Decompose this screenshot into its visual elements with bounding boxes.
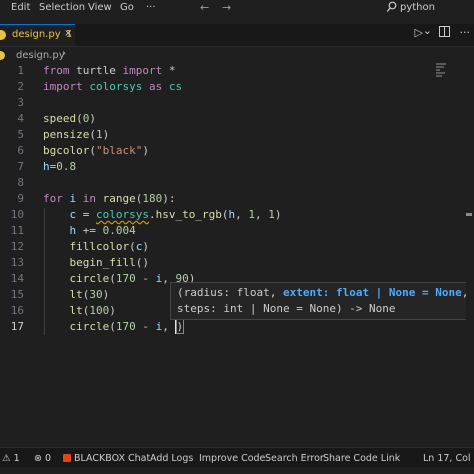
- code-line: 8: [0, 175, 474, 191]
- line-number: 9: [17, 192, 24, 205]
- code-line-active: 17 circle(170 - i, ): [0, 319, 474, 335]
- search-error-button[interactable]: Search Error: [265, 453, 324, 464]
- line-number: 12: [10, 240, 24, 253]
- cursor-position[interactable]: Ln 17, Col: [423, 453, 471, 464]
- tab-filename: design.py: [12, 29, 61, 40]
- improve-code-button[interactable]: Improve Code: [199, 453, 265, 464]
- menu-go[interactable]: Go: [120, 2, 134, 13]
- minimap[interactable]: [436, 63, 448, 83]
- status-bar: ⚠ 1 ⊗ 0 BLACKBOX Chat Add Logs Improve C…: [0, 447, 474, 468]
- run-menu-chevron-icon[interactable]: ⌄: [423, 24, 432, 37]
- code-line: 6 bgcolor("black"): [0, 143, 474, 159]
- blackbox-label: BLACKBOX Chat: [74, 453, 151, 464]
- code-line: 7 h=0.8: [0, 159, 474, 175]
- split-editor-icon[interactable]: [439, 26, 450, 40]
- line-number: 2: [17, 80, 24, 93]
- vertical-scrollbar[interactable]: [466, 63, 474, 445]
- signature-help-tooltip: (radius: float, extent: float | None = N…: [170, 282, 474, 320]
- code-text: begin_fill(): [69, 256, 149, 269]
- line-number: 14: [10, 272, 24, 285]
- code-line: 4 speed(0): [0, 111, 474, 127]
- line-number: 11: [10, 224, 24, 237]
- blackbox-chat[interactable]: BLACKBOX Chat: [63, 453, 150, 464]
- sig-active-param: extent: float | None = None: [282, 286, 462, 299]
- code-line: 10 c = colorsys.hsv_to_rgb(h, 1, 1): [0, 207, 474, 223]
- search-icon: [386, 1, 397, 16]
- code-text: pensize(1): [43, 128, 110, 141]
- code-line: 11 h += 0.004: [0, 223, 474, 239]
- errors-count: 0: [45, 453, 52, 464]
- code-text: from turtle import *: [43, 64, 176, 77]
- menu-edit[interactable]: Edit: [11, 2, 30, 13]
- menu-more[interactable]: ···: [146, 2, 156, 13]
- line-number: 5: [17, 128, 24, 141]
- command-center-search[interactable]: python: [340, 1, 474, 15]
- signature-row-2: steps: int | None = None) -> None: [177, 302, 396, 315]
- code-text: lt(100): [69, 304, 116, 317]
- code-line: 3: [0, 95, 474, 111]
- errors-status[interactable]: ⊗ 0: [34, 453, 51, 464]
- code-text: speed(0): [43, 112, 96, 125]
- code-text: h=0.8: [43, 160, 77, 173]
- forward-arrow-icon[interactable]: →: [222, 1, 231, 14]
- code-text: circle(170 - i, ): [69, 319, 185, 334]
- warning-icon: ⚠: [2, 453, 11, 464]
- breadcrumb-chevron-icon: ›: [62, 48, 66, 59]
- menu-selection[interactable]: Selection: [39, 2, 85, 13]
- line-number: 1: [17, 64, 24, 77]
- sig-params-a: (radius: float,: [177, 286, 283, 299]
- blackbox-icon: [63, 454, 71, 462]
- code-text: c = colorsys.hsv_to_rgb(h, 1, 1): [69, 208, 282, 221]
- tab-design-py[interactable]: design.py 1 ×: [0, 24, 75, 46]
- tab-close-icon[interactable]: ×: [64, 28, 72, 39]
- code-line: 5 pensize(1): [0, 127, 474, 143]
- line-number: 8: [17, 176, 24, 189]
- code-line: 12 fillcolor(c): [0, 239, 474, 255]
- code-line: 1 from turtle import *: [0, 63, 474, 79]
- menu-view[interactable]: View: [88, 2, 112, 13]
- back-arrow-icon[interactable]: ←: [200, 1, 209, 14]
- code-text: bgcolor("black"): [43, 144, 149, 157]
- add-logs-button[interactable]: Add Logs: [150, 453, 193, 464]
- code-text: fillcolor(c): [69, 240, 149, 253]
- error-icon: ⊗: [34, 453, 42, 464]
- line-number: 6: [17, 144, 24, 157]
- signature-row-1: (radius: float, extent: float | None = N…: [177, 286, 468, 299]
- python-file-icon: [0, 51, 5, 60]
- bottom-edge: [0, 467, 474, 474]
- search-text: python: [400, 2, 435, 13]
- line-number: 15: [10, 288, 24, 301]
- code-text: import colorsys as cs: [43, 80, 183, 93]
- warnings-count: 1: [13, 453, 20, 464]
- line-number: 10: [10, 208, 24, 221]
- code-text: for i in range(180):: [43, 192, 176, 205]
- line-number: 7: [17, 160, 24, 173]
- title-bar: Edit Selection View Go ··· ← → python: [0, 0, 474, 17]
- code-editor[interactable]: 1 from turtle import * 2 import colorsys…: [0, 63, 474, 445]
- line-number: 17: [10, 320, 24, 333]
- code-text: h += 0.004: [69, 224, 136, 237]
- code-line: 9 for i in range(180):: [0, 191, 474, 207]
- run-icon[interactable]: ▷: [415, 26, 423, 39]
- warnings-status[interactable]: ⚠ 1: [2, 453, 20, 464]
- line-number: 13: [10, 256, 24, 269]
- code-text: lt(30): [69, 288, 110, 301]
- line-number: 4: [17, 112, 24, 125]
- line-number: 16: [10, 304, 24, 317]
- python-file-icon: [0, 30, 6, 40]
- scrollbar-marker: [466, 213, 472, 216]
- tab-bar: design.py 1 × ▷ ⌄ ···: [0, 24, 474, 47]
- text-cursor: [175, 320, 176, 334]
- code-line: 13 begin_fill(): [0, 255, 474, 271]
- code-line: 2 import colorsys as cs: [0, 79, 474, 95]
- line-number: 3: [17, 96, 24, 109]
- more-actions-icon[interactable]: ···: [460, 26, 471, 39]
- share-code-link-button[interactable]: Share Code Link: [323, 453, 400, 464]
- breadcrumb-file[interactable]: design.py: [16, 50, 65, 61]
